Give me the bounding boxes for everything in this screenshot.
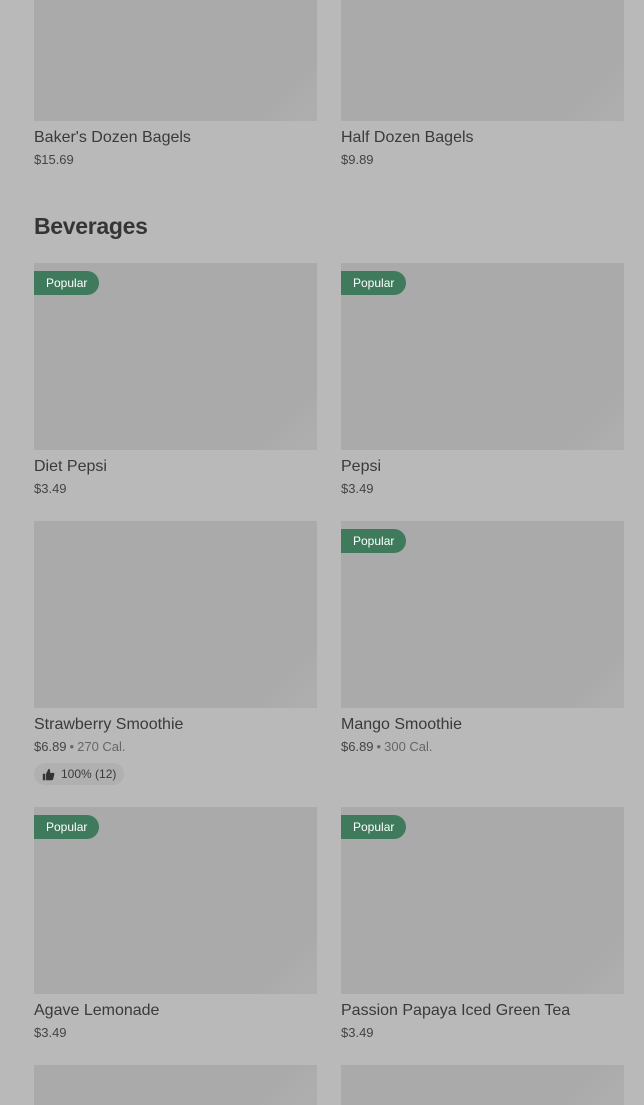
- item-image[interactable]: Popular: [341, 263, 624, 450]
- item-name: Pepsi: [341, 458, 382, 475]
- item-name: Strawberry Smoothie: [34, 716, 184, 733]
- item-image[interactable]: Popular: [34, 807, 317, 994]
- item-name: Agave Lemonade: [34, 1002, 160, 1019]
- popular-badge: Popular: [34, 815, 100, 839]
- item-price: $15.69: [34, 152, 74, 167]
- menu-item-card[interactable]: Strawberry Smoothie $6.89 • 270 Cal. 100% …: [34, 521, 317, 785]
- item-price-line: $3.49: [341, 480, 624, 498]
- menu-item-card[interactable]: Baker's Dozen Bagels $15.69: [34, 0, 317, 169]
- rating-chip: 100% (12): [34, 763, 125, 785]
- item-price: $3.49: [34, 1025, 67, 1040]
- menu-item-card[interactable]: Popular Mango Smoothie $6.89 • 300 Cal.: [341, 521, 624, 756]
- menu-item-card[interactable]: Popular Passion Papaya Iced Green Tea $3…: [341, 807, 624, 1042]
- item-image[interactable]: Popular: [34, 263, 317, 450]
- separator-dot: •: [69, 739, 75, 754]
- popular-badge: Popular: [341, 271, 407, 295]
- menu-item-card[interactable]: Popular Diet Pepsi $3.49: [34, 263, 317, 498]
- menu-item-card[interactable]: [341, 1065, 624, 1105]
- separator-dot: •: [376, 739, 382, 754]
- item-price: $6.89: [34, 739, 67, 754]
- item-image[interactable]: [341, 0, 624, 121]
- item-image[interactable]: [34, 0, 317, 121]
- item-price-line: $15.69: [34, 151, 317, 169]
- item-price: $6.89: [341, 739, 374, 754]
- item-name: Half Dozen Bagels: [341, 129, 474, 146]
- item-price: $3.49: [341, 481, 374, 496]
- item-name: Passion Papaya Iced Green Tea: [341, 1002, 571, 1019]
- popular-badge: Popular: [34, 271, 100, 295]
- rating-text: 100% (12): [61, 767, 117, 781]
- section-title: Beverages: [34, 213, 148, 239]
- item-price-line: $6.89 • 270 Cal.: [34, 738, 317, 756]
- menu-item-card[interactable]: Popular Pepsi $3.49: [341, 263, 624, 498]
- thumbs-up-icon: [42, 768, 55, 780]
- menu-item-card[interactable]: Popular Agave Lemonade $3.49: [34, 807, 317, 1042]
- item-price: $9.89: [341, 152, 374, 167]
- item-price: $3.49: [341, 1025, 374, 1040]
- item-calories: 270 Cal.: [77, 739, 126, 754]
- item-price: $3.49: [34, 481, 67, 496]
- item-price-line: $3.49: [34, 480, 317, 498]
- popular-badge: Popular: [341, 815, 407, 839]
- menu-item-card[interactable]: [34, 1065, 317, 1105]
- item-name: Mango Smoothie: [341, 716, 462, 733]
- item-price-line: $3.49: [34, 1024, 317, 1042]
- item-name: Diet Pepsi: [34, 458, 107, 475]
- item-image[interactable]: Popular: [341, 807, 624, 994]
- item-image[interactable]: [34, 1065, 317, 1105]
- item-image[interactable]: [341, 1065, 624, 1105]
- item-price-line: $3.49: [341, 1024, 624, 1042]
- item-price-line: $9.89: [341, 151, 624, 169]
- item-image[interactable]: Popular: [341, 521, 624, 708]
- item-price-line: $6.89 • 300 Cal.: [341, 738, 624, 756]
- item-calories: 300 Cal.: [384, 739, 433, 754]
- item-image[interactable]: [34, 521, 317, 708]
- popular-badge: Popular: [341, 529, 407, 553]
- menu-item-card[interactable]: Half Dozen Bagels $9.89: [341, 0, 624, 169]
- item-name: Baker's Dozen Bagels: [34, 129, 191, 146]
